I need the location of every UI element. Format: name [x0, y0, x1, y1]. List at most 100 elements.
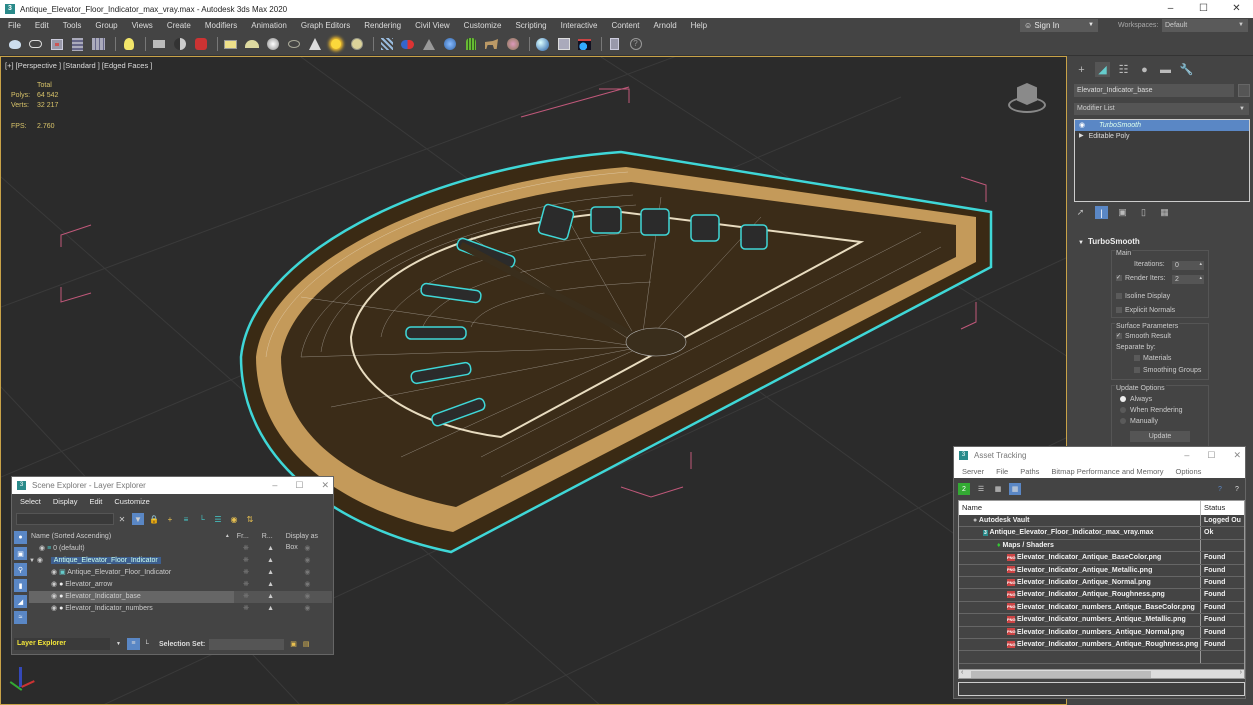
sign-in-dropdown[interactable]: ☺ Sign In ▼ [1020, 19, 1098, 32]
pin-stack-icon[interactable]: ➚ [1074, 206, 1087, 219]
menu-help[interactable]: Help [683, 18, 713, 33]
always-radio[interactable]: Always [1120, 396, 1152, 403]
viewcube[interactable] [1006, 79, 1050, 119]
iterations-spinner[interactable]: 0 [1172, 260, 1204, 270]
asset-path-field[interactable] [958, 682, 1245, 696]
column-frozen[interactable]: Fr... [237, 531, 262, 542]
tree-row[interactable]: ◉ ● Elevator_Indicator_numbers ❋ ▲ ◉ [29, 603, 332, 615]
material-editor-icon[interactable] [555, 36, 572, 53]
maximize-icon[interactable]: ☐ [1187, 0, 1220, 18]
plane-icon[interactable] [222, 36, 239, 53]
menu-paths[interactable]: Paths [1020, 466, 1039, 476]
hierarchy-icon[interactable]: ☷ [1116, 62, 1131, 77]
visibility-eye-icon[interactable]: ◉ [51, 593, 57, 600]
smoothing-groups-checkbox[interactable]: Smoothing Groups [1134, 367, 1201, 374]
cone-icon[interactable] [306, 36, 323, 53]
maximize-icon[interactable]: ☐ [295, 477, 303, 494]
viewport-label[interactable]: [+] [Perspective ] [Standard ] [Edged Fa… [5, 61, 152, 70]
close-icon[interactable]: ✕ [321, 477, 329, 494]
horizontal-scrollbar[interactable]: ‹ › [958, 669, 1245, 679]
freeze-icon[interactable]: ❋ [234, 555, 259, 567]
menu-customize[interactable]: Customize [114, 496, 149, 506]
asset-row[interactable]: PNGElevator_Indicator_Antique_BaseColor.… [959, 552, 1244, 565]
object-name-field[interactable]: Elevator_Indicator_base [1074, 84, 1234, 97]
motion-icon[interactable]: ● [1137, 62, 1152, 77]
utilities-icon[interactable]: 🔧 [1179, 62, 1194, 77]
dome-icon[interactable] [243, 36, 260, 53]
asset-row[interactable]: PNGElevator_Indicator_numbers_Antique_Ro… [959, 638, 1244, 652]
layers-icon[interactable] [69, 36, 86, 53]
tree-row[interactable]: ◉ ≡ 0 (default) ❋ ▲ ◉ [29, 543, 332, 555]
cloud-icon[interactable] [27, 36, 44, 53]
visibility-eye-icon[interactable]: ◉ [39, 545, 45, 552]
menu-edit[interactable]: Edit [89, 496, 102, 506]
stack-item-editable-poly[interactable]: ▶ Editable Poly [1075, 131, 1249, 142]
menu-file[interactable]: File [996, 466, 1008, 476]
when-rendering-radio[interactable]: When Rendering [1120, 407, 1183, 414]
menu-file[interactable]: File [0, 18, 27, 33]
isoline-display-checkbox[interactable]: Isoline Display [1116, 293, 1170, 300]
expand-arrow-icon[interactable]: ▶ [1079, 131, 1084, 142]
menu-group[interactable]: Group [87, 18, 123, 33]
sphere-half-icon[interactable] [171, 36, 188, 53]
box-icon[interactable]: ◉ [283, 591, 332, 603]
asset-row[interactable]: ● Autodesk Vault Logged Ou [959, 515, 1244, 528]
material-ball-icon[interactable] [534, 36, 551, 53]
column-name[interactable]: Name [959, 501, 1201, 515]
vault-settings-icon[interactable]: ? [1231, 483, 1243, 495]
freeze-icon[interactable]: ❋ [234, 567, 259, 579]
rollout-header[interactable]: ▼ TurboSmooth [1074, 237, 1250, 246]
minimize-icon[interactable]: – [1154, 0, 1187, 18]
explicit-normals-checkbox[interactable]: Explicit Normals [1116, 307, 1175, 314]
column-display-as-box[interactable]: Display as Box [284, 531, 332, 551]
asset-row[interactable]: PNGElevator_Indicator_Antique_Normal.png… [959, 576, 1244, 590]
menu-views[interactable]: Views [124, 18, 159, 33]
render-setup-icon[interactable] [576, 36, 593, 53]
scene-search-input[interactable] [16, 513, 114, 525]
box-icon[interactable]: ◉ [283, 543, 332, 555]
menu-options[interactable]: Options [1176, 466, 1202, 476]
asset-row[interactable]: ♦ Maps / Shaders [959, 539, 1244, 553]
light-icon[interactable] [120, 36, 137, 53]
maximize-icon[interactable]: ☐ [1207, 447, 1215, 464]
asset-tracking-titlebar[interactable]: 3 Asset Tracking – ☐ ✕ [954, 447, 1245, 464]
modify-icon[interactable]: ◢ [1095, 62, 1110, 77]
refresh-icon[interactable]: 2 [958, 483, 970, 495]
display-icon[interactable]: ▬ [1158, 62, 1173, 77]
save-selection-icon[interactable]: ▣ [290, 640, 297, 648]
tree-row[interactable]: ▼ ◉ Antique_Elevator_Floor_Indicator ❋ ▲ ◉ [29, 555, 332, 567]
asset-row[interactable]: PNGElevator_Indicator_Antique_Metallic.p… [959, 564, 1244, 577]
menu-civil-view[interactable]: Civil View [407, 18, 456, 33]
table-icon[interactable] [90, 36, 107, 53]
visibility-eye-icon[interactable]: ◉ [37, 557, 43, 564]
asset-row[interactable]: PNGElevator_Indicator_numbers_Antique_Me… [959, 614, 1244, 627]
freeze-icon[interactable]: ❋ [234, 591, 259, 603]
scroll-right-icon[interactable]: › [1240, 669, 1242, 676]
teapot2-icon[interactable] [285, 36, 302, 53]
highlight-icon[interactable]: ◉ [228, 513, 240, 525]
tree-row[interactable]: ◉ ● Elevator_arrow ❋ ▲ ◉ [29, 579, 332, 591]
layer-stack-icon[interactable]: ≡ [180, 513, 192, 525]
menu-arnold[interactable]: Arnold [646, 18, 683, 33]
workspace-select[interactable]: Default ▼ [1162, 19, 1248, 32]
filter-icon[interactable]: ▼ [132, 513, 144, 525]
menu-create[interactable]: Create [159, 18, 197, 33]
column-renderable[interactable]: R... [262, 531, 284, 542]
menu-server[interactable]: Server [962, 466, 984, 476]
visibility-eye-icon[interactable]: ◉ [51, 581, 57, 588]
menu-graph-editors[interactable]: Graph Editors [293, 18, 356, 33]
teapot-icon[interactable] [6, 36, 23, 53]
menu-interactive[interactable]: Interactive [553, 18, 604, 33]
lights-filter-icon[interactable]: ⚲ [14, 563, 27, 576]
thumbnail-view-icon[interactable]: ▦ [992, 483, 1004, 495]
render-icon[interactable]: ▲ [258, 603, 283, 615]
box-icon[interactable]: ◉ [283, 579, 332, 591]
pyramid-icon[interactable] [420, 36, 437, 53]
asset-row[interactable]: PNGElevator_Indicator_numbers_Antique_Ba… [959, 601, 1244, 615]
stack-item-turbosmooth[interactable]: ◉ TurboSmooth [1075, 120, 1249, 131]
clear-search-icon[interactable]: ✕ [116, 513, 128, 525]
molecule-icon[interactable] [399, 36, 416, 53]
freeze-icon[interactable]: ❋ [234, 603, 259, 615]
materials-checkbox[interactable]: Materials [1134, 355, 1171, 362]
modifier-list-dropdown[interactable]: Modifier List ▼ [1074, 103, 1249, 115]
